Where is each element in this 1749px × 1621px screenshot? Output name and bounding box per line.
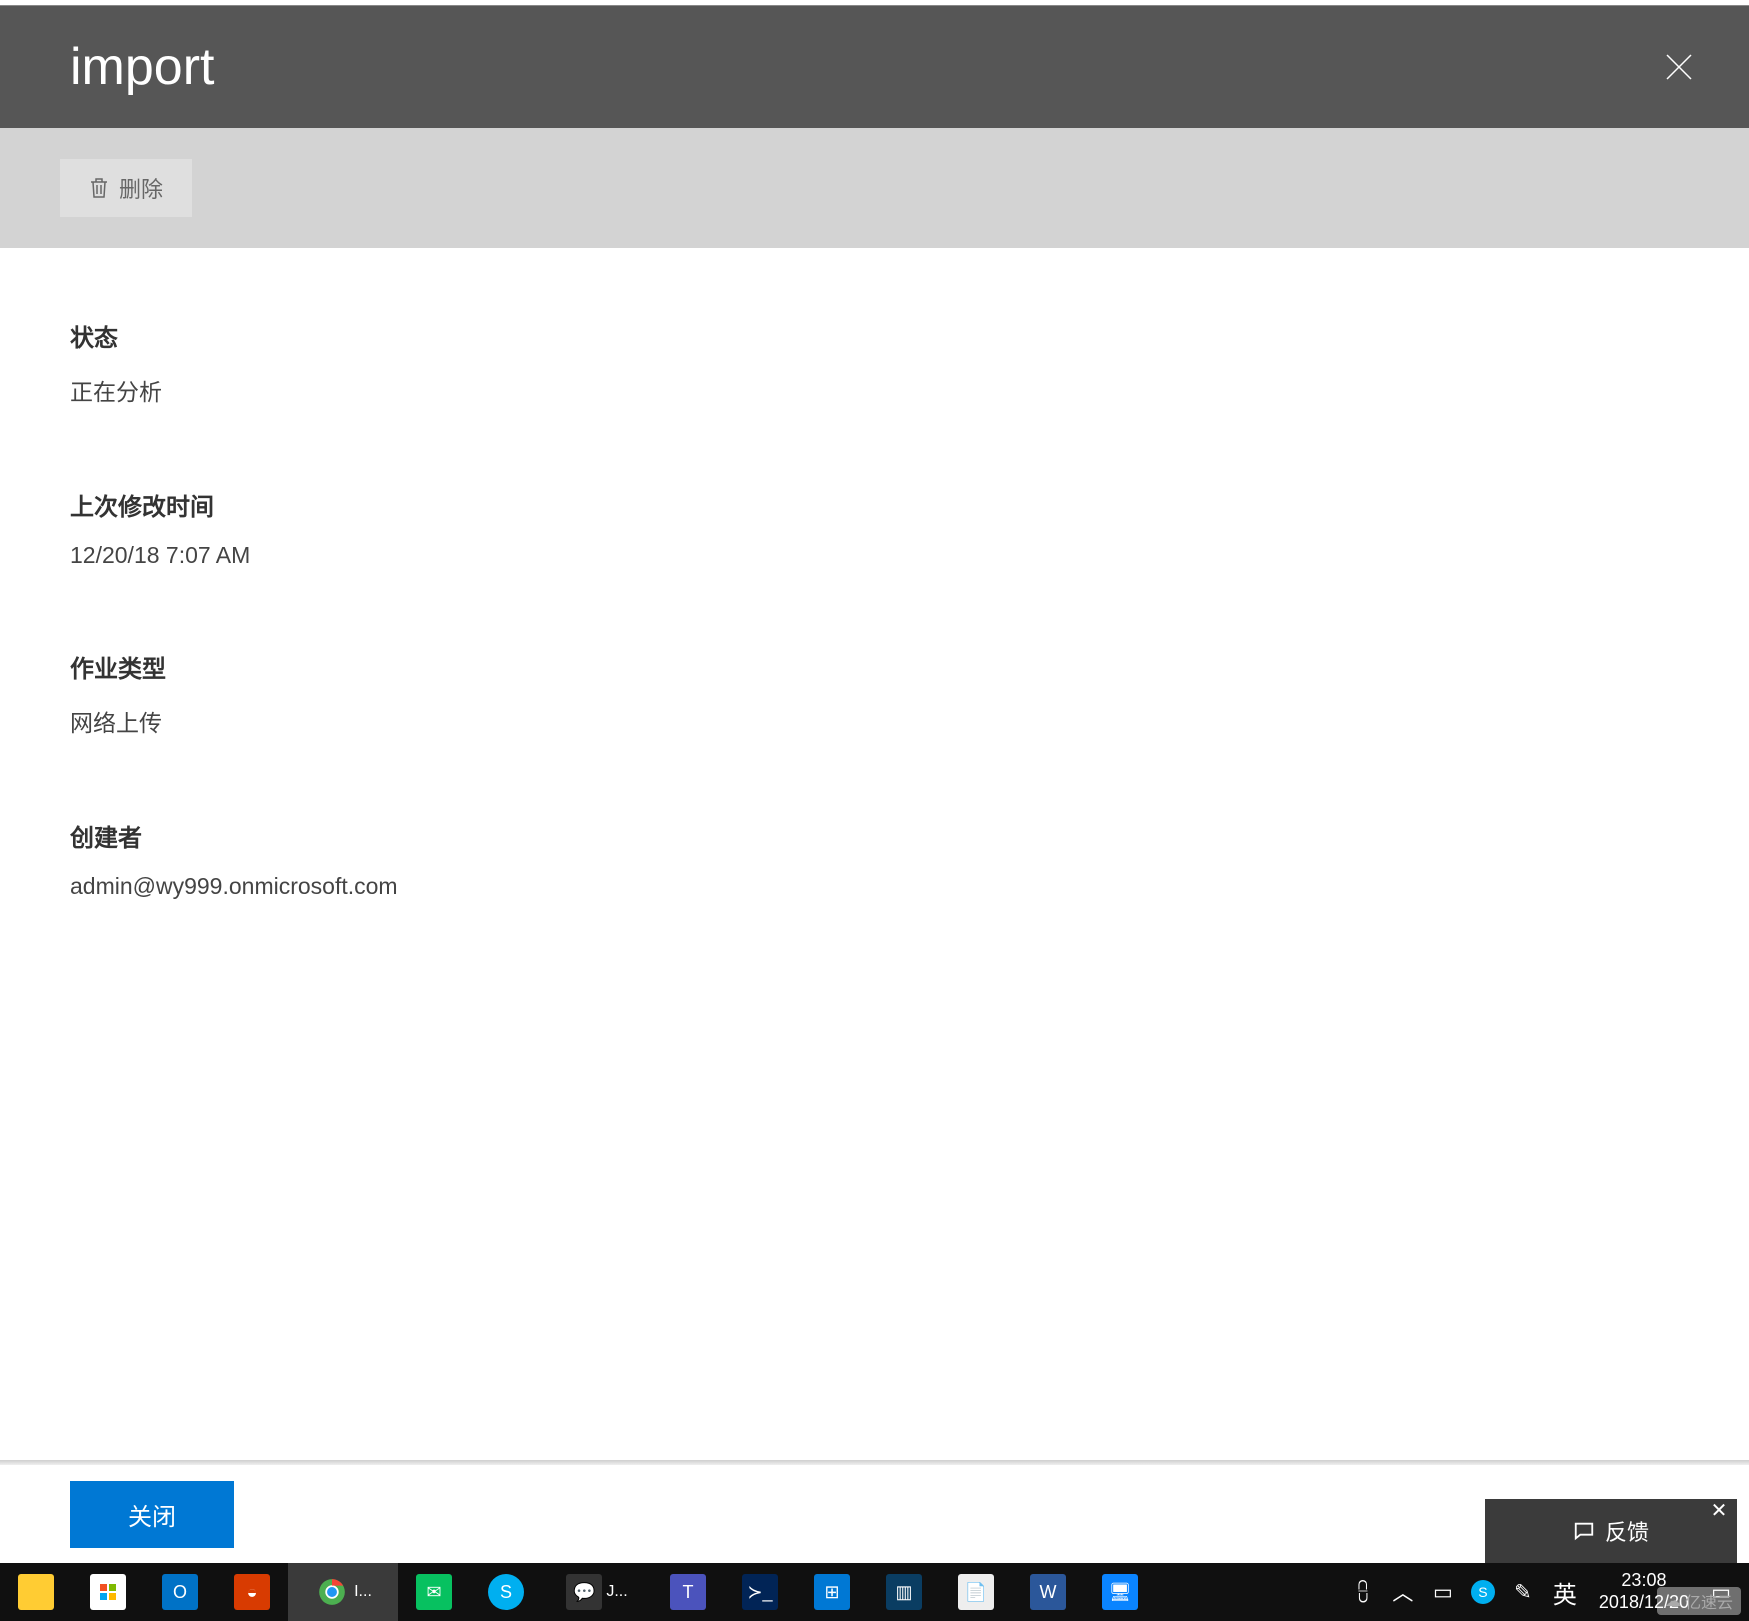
field-status: 状态 正在分析 [70,318,1679,407]
skype-icon: S [488,1574,524,1610]
powershell-icon: ≻_ [742,1574,778,1610]
tray-people[interactable]: ⩉ [1343,1563,1383,1621]
taskbar-chrome[interactable]: I... [288,1563,398,1621]
teams-icon: T [670,1574,706,1610]
taskbar-outlook[interactable]: O [144,1563,216,1621]
field-last-modified: 上次修改时间 12/20/18 7:07 AM [70,487,1679,569]
feedback-bar[interactable]: 反馈 ✕ [1485,1499,1737,1563]
tray-battery[interactable]: ▭ [1423,1563,1463,1621]
chrome-label: I... [354,1583,372,1601]
status-label: 状态 [70,318,1679,353]
feedback-label: 反馈 [1605,1515,1649,1547]
trash-icon [89,177,109,199]
pen-icon: ✎ [1514,1580,1532,1605]
taskbar: O ◒ I... ✉ S 💬 J... T ≻_ ⊞ ▥ 📄 W 🖥 [0,1563,1749,1621]
rdp-icon: 🖥 [1102,1574,1138,1610]
job-type-value: 网络上传 [70,704,1679,738]
battery-icon: ▭ [1433,1580,1453,1605]
taskbar-app-orange[interactable]: ◒ [216,1563,288,1621]
import-panel: import 删除 状态 正在分析 上次修改时间 12/20/18 7:07 A… [0,5,1749,1563]
outlook-icon: O [162,1574,198,1610]
app-icon: ◒ [234,1574,270,1610]
job-type-label: 作业类型 [70,649,1679,684]
created-by-label: 创建者 [70,818,1679,853]
store-icon [90,1574,126,1610]
folder-icon [18,1574,54,1610]
taskbar-skype[interactable]: S [470,1563,542,1621]
status-value: 正在分析 [70,373,1679,407]
chat-icon [1573,1520,1595,1542]
field-created-by: 创建者 admin@wy999.onmicrosoft.com [70,818,1679,900]
last-modified-label: 上次修改时间 [70,487,1679,522]
taskbar-wechat[interactable]: ✉ [398,1563,470,1621]
server-icon: ▥ [886,1574,922,1610]
taskbar-file-explorer[interactable] [0,1563,72,1621]
taskbar-store[interactable] [72,1563,144,1621]
delete-button[interactable]: 删除 [60,159,192,217]
people-icon: ⩉ [1357,1578,1368,1606]
delete-label: 删除 [119,172,163,204]
skype-tray-icon: S [1471,1580,1495,1604]
taskbar-remote-desktop[interactable]: 🖥 [1084,1563,1156,1621]
close-icon [1664,52,1694,82]
feedback-close-button[interactable]: ✕ [1709,1501,1729,1521]
last-modified-value: 12/20/18 7:07 AM [70,542,1679,569]
jabber-icon: 💬 [566,1574,602,1610]
tray-ime[interactable]: 英 [1543,1575,1587,1610]
taskbar-server-manager[interactable]: ▥ [868,1563,940,1621]
taskbar-teams[interactable]: T [652,1563,724,1621]
wechat-icon: ✉ [416,1574,452,1610]
close-button[interactable]: 关闭 [70,1481,234,1548]
created-by-value: admin@wy999.onmicrosoft.com [70,873,1679,900]
taskbar-windows-admin[interactable]: ⊞ [796,1563,868,1621]
windows-icon: ⊞ [814,1574,850,1610]
tray-overflow[interactable]: ︿ [1383,1563,1423,1621]
tray-pen[interactable]: ✎ [1503,1563,1543,1621]
titlebar: import [0,6,1749,128]
tray-skype[interactable]: S [1463,1563,1503,1621]
taskbar-jabber[interactable]: 💬 J... [542,1563,652,1621]
close-panel-button[interactable] [1649,37,1709,97]
taskbar-powershell[interactable]: ≻_ [724,1563,796,1621]
field-job-type: 作业类型 网络上传 [70,649,1679,738]
cloud-icon: ☁ [1665,1591,1681,1611]
word-icon: W [1030,1574,1066,1610]
notepad-icon: 📄 [958,1574,994,1610]
chevron-up-icon: ︿ [1392,1577,1413,1607]
panel-title: import [70,37,1649,97]
content-area: 状态 正在分析 上次修改时间 12/20/18 7:07 AM 作业类型 网络上… [0,248,1749,1460]
taskbar-word[interactable]: W [1012,1563,1084,1621]
watermark: ☁ 亿速云 [1657,1587,1741,1615]
jabber-label: J... [606,1583,627,1601]
chrome-icon [314,1574,350,1610]
watermark-text: 亿速云 [1685,1589,1733,1613]
taskbar-notepad[interactable]: 📄 [940,1563,1012,1621]
toolbar: 删除 [0,128,1749,248]
